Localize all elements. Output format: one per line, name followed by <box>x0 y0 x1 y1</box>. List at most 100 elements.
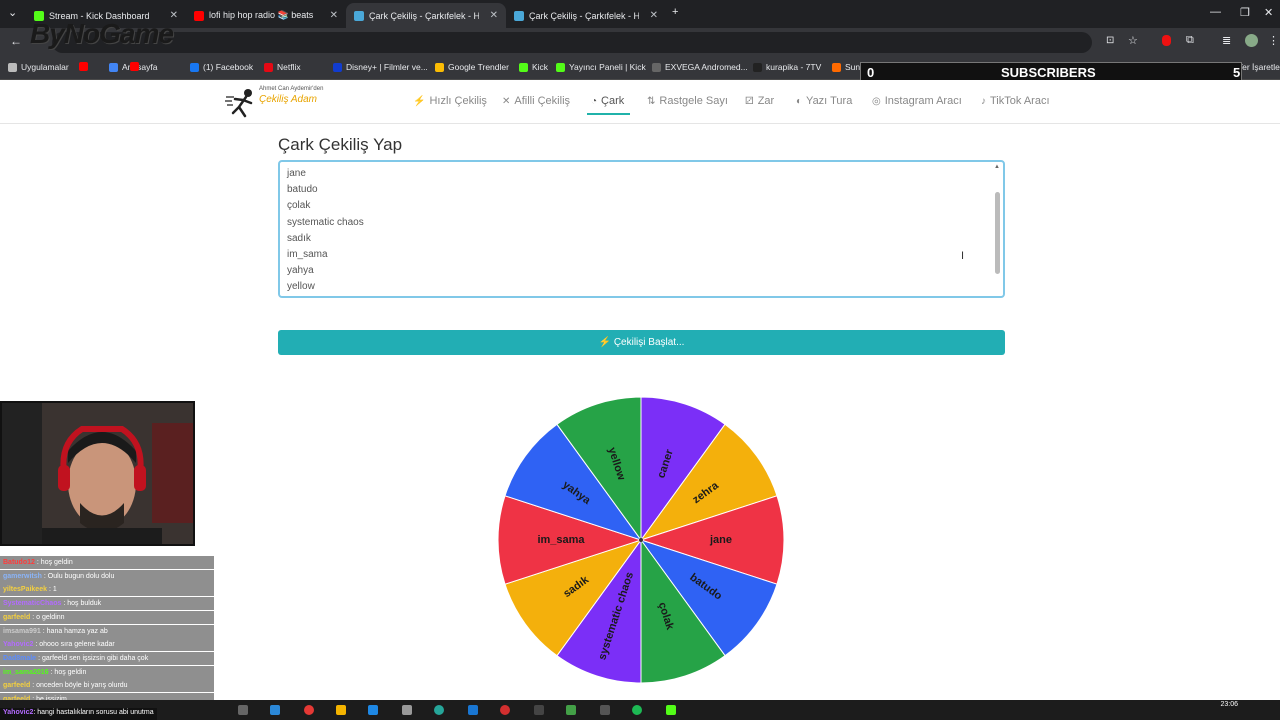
bookmark-item[interactable]: Uygulamalar <box>8 62 69 72</box>
app-icon[interactable] <box>270 705 280 715</box>
tab-search-icon[interactable]: ⌄ <box>8 6 17 19</box>
app-icon[interactable] <box>600 705 610 715</box>
chrome-icon[interactable] <box>304 705 314 715</box>
chat-message-row: SystematicChaos: hoş bulduk <box>0 597 214 611</box>
bookmark-label: Google Trendler <box>448 62 509 72</box>
wheel-segment-label: im_sama <box>537 534 585 546</box>
tab-title: Çark Çekiliş - Çarkıfelek - Hızlı Ç <box>369 10 479 21</box>
bookmark-favicon-icon <box>652 62 661 72</box>
bookmark-item[interactable]: Kick <box>519 62 548 72</box>
chat-message-row: garfeeld: onceden böyle bi yarış olurdu <box>0 679 214 693</box>
bookmark-label: Netflix <box>277 62 301 72</box>
taskview-icon[interactable] <box>238 705 248 715</box>
menu-icon[interactable]: ⋮ <box>1268 34 1279 47</box>
scroll-thumb[interactable] <box>995 192 1000 274</box>
tab-title: Çark Çekiliş - Çarkıfelek - Hızlı Ç <box>529 10 639 21</box>
browser-tab[interactable]: Çark Çekiliş - Çarkıfelek - Hızlı Ç ✕ <box>346 3 506 28</box>
nav-item-label: Hızlı Çekiliş <box>429 95 487 107</box>
browser-tab-bar: ⌄ Stream - Kick Dashboard ✕ lofi hip hop r… <box>0 0 1280 28</box>
tab-favicon-icon <box>194 10 204 21</box>
tab-favicon-icon <box>514 10 524 21</box>
bookmark-item[interactable]: (1) Facebook <box>190 62 253 72</box>
taskbar: 23:06 <box>0 700 1280 720</box>
nav-item[interactable]: ◔ Çark <box>591 95 624 107</box>
subscribers-overlay: 0 SUBSCRIBERS 5 <box>860 62 1242 82</box>
app-icon[interactable] <box>434 705 444 715</box>
tab-close-icon[interactable]: ✕ <box>330 10 338 21</box>
entry-line: im_sama <box>287 249 328 260</box>
start-draw-button[interactable]: ⚡ Çekilişi Başlat... <box>278 330 1005 355</box>
bottom-chat-message: Yahovic2: hangi hastalıkların sorusu abi… <box>0 708 157 720</box>
minimize-icon[interactable]: — <box>1210 6 1221 18</box>
bookmark-item[interactable] <box>130 62 143 71</box>
bookmark-favicon-icon <box>8 62 17 72</box>
spin-wheel[interactable]: canerzehrajanebatudoçolaksystematic chao… <box>496 395 786 685</box>
app-icon[interactable] <box>402 705 412 715</box>
browser-tab[interactable]: Çark Çekiliş - Çarkıfelek - Hızlı Ç ✕ <box>506 3 666 28</box>
nav-item-label: Instagram Aracı <box>884 95 962 107</box>
bookmark-item[interactable] <box>79 62 92 71</box>
new-tab-button[interactable]: + <box>672 6 678 18</box>
bookmark-item[interactable]: EXVEGA Andromed... <box>652 62 748 72</box>
star-icon[interactable]: ☆ <box>1128 34 1138 47</box>
close-window-icon[interactable]: ✕ <box>1264 6 1273 19</box>
bookmark-label: (1) Facebook <box>203 62 254 72</box>
spotify-icon[interactable] <box>632 705 642 715</box>
nav-item-label: Yazı Tura <box>806 95 853 107</box>
avatar[interactable] <box>1245 34 1258 47</box>
nav-item[interactable]: ◐ Yazı Tura <box>796 95 852 107</box>
bookmark-favicon-icon <box>130 62 139 71</box>
tab-favicon-icon <box>354 10 364 21</box>
chat-message: : onceden böyle bi yarış olurdu <box>32 682 128 690</box>
tab-close-icon[interactable]: ✕ <box>490 10 498 21</box>
bookmark-item[interactable]: Disney+ | Filmler ve... <box>333 62 428 72</box>
bookmark-favicon-icon <box>556 62 565 72</box>
restore-icon[interactable]: ❐ <box>1240 6 1250 19</box>
back-icon[interactable]: ← <box>10 34 22 48</box>
bookmark-favicon-icon <box>109 62 118 72</box>
textarea-scrollbar[interactable]: ▲ <box>994 164 1001 294</box>
app-icon[interactable] <box>468 705 478 715</box>
nav-item[interactable]: ⇅ Rastgele Sayı <box>647 95 728 107</box>
taskbar-clock[interactable]: 23:06 <box>1220 701 1238 708</box>
wheel-center <box>639 538 643 542</box>
subs-left-count: 0 <box>867 65 875 80</box>
extension-icon[interactable] <box>1162 35 1171 46</box>
chat-message-row: Batudo12: hoş geldin <box>0 556 214 569</box>
nav-item-label: Çark <box>601 95 625 107</box>
install-icon[interactable]: ⊡ <box>1106 35 1114 46</box>
browser-tab[interactable]: lofi hip hop radio 📚 beats ✕ <box>186 3 346 28</box>
nav-item[interactable]: ✕ Afilli Çekiliş <box>502 95 570 107</box>
entries-textarea[interactable]: jane batudo çolak systematic chaos sadık im_s… <box>278 160 1005 298</box>
webcam-feed <box>0 401 195 546</box>
bookmark-item[interactable]: kurapika - 7TV <box>753 62 821 72</box>
reading-list-icon[interactable]: ≣ <box>1222 34 1231 47</box>
page-title: Çark Çekiliş Yap <box>278 135 403 154</box>
chat-message-row: gamerwitsh: Oulu bugun dolu dolu <box>0 569 214 583</box>
nav-item[interactable]: ♪ TikTok Aracı <box>981 95 1050 107</box>
nav-item[interactable]: ⚂ Zar <box>745 95 774 107</box>
site-logo[interactable]: Ahmet Can Aydemir'den Çekiliş Adam <box>225 83 330 119</box>
brand-subtitle: Ahmet Can Aydemir'den <box>259 86 324 92</box>
bookmark-item[interactable]: Yayıncı Paneli | Kick <box>556 62 646 72</box>
app-icon[interactable] <box>500 705 510 715</box>
extensions-puzzle-icon[interactable]: ⧉ <box>1186 34 1194 47</box>
scroll-up-icon[interactable]: ▲ <box>994 164 1000 170</box>
chat-username: SystematicChaos <box>3 600 62 608</box>
streamer-image <box>2 403 193 544</box>
kick-icon[interactable] <box>666 705 676 715</box>
nav-item-icon: ♪ <box>981 95 986 107</box>
nav-item-icon: ◎ <box>872 95 881 107</box>
nav-item-label: Zar <box>757 95 775 107</box>
bookmark-item[interactable]: Netflix <box>264 62 301 72</box>
nav-item[interactable]: ⚡ Hızlı Çekiliş <box>413 95 487 107</box>
site-header: Ahmet Can Aydemir'den Çekiliş Adam ⚡ Hızl… <box>0 80 1280 124</box>
app-icon[interactable] <box>566 705 576 715</box>
tab-close-icon[interactable]: ✕ <box>650 10 658 21</box>
url-field[interactable] <box>52 32 1092 53</box>
nav-item[interactable]: ◎ Instagram Aracı <box>872 95 962 107</box>
bookmark-item[interactable]: Google Trendler <box>435 62 509 72</box>
folder-icon[interactable] <box>336 705 346 715</box>
app-icon[interactable] <box>534 705 544 715</box>
app-icon[interactable] <box>368 705 378 715</box>
